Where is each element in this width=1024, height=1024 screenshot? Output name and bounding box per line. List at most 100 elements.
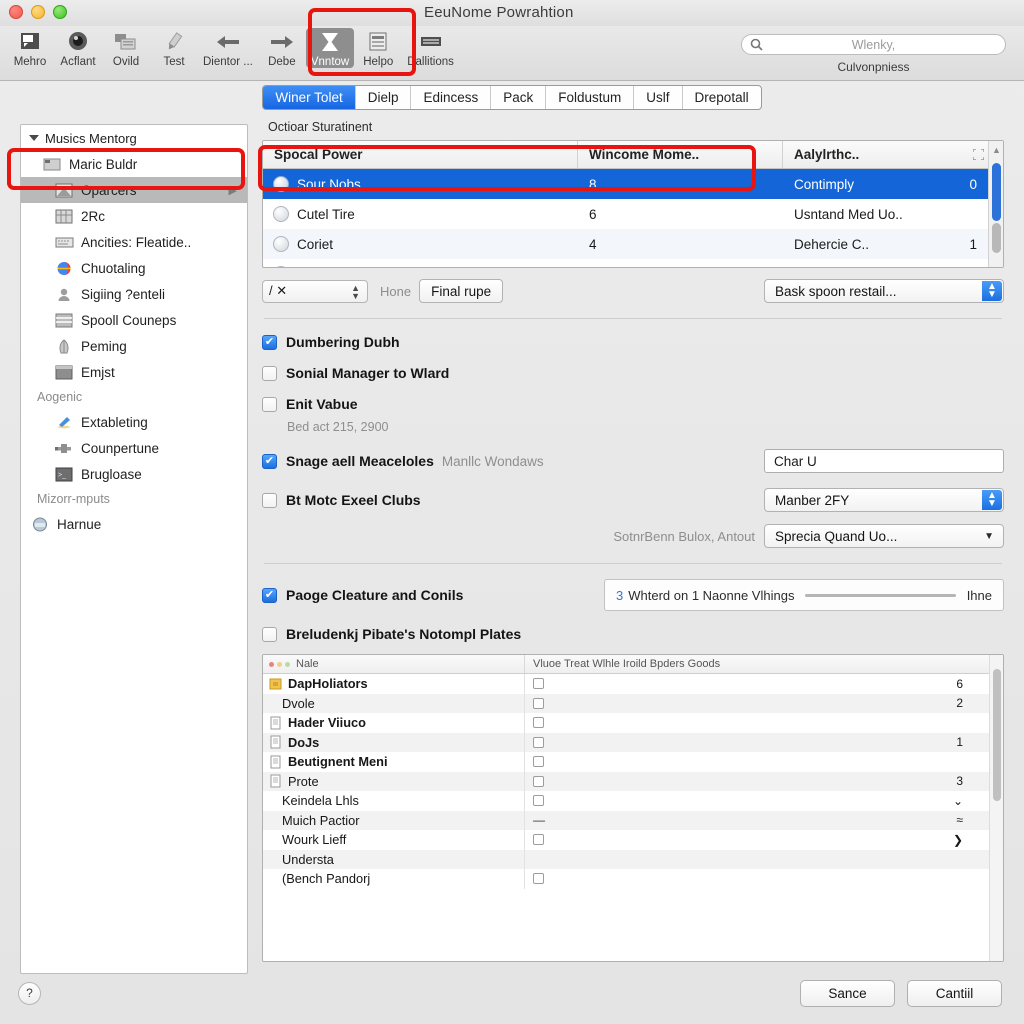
search-input[interactable]: Wlenky, [741,34,1006,55]
column-header-wincome-mome[interactable]: Wincome Mome.. [578,141,783,168]
sidebar-item-harnue[interactable]: Harnue [21,511,247,537]
scroll-up-icon[interactable]: ▲ [992,145,1001,155]
checkbox[interactable] [262,626,277,642]
option-sonial-manager[interactable]: Sonial Manager to Wlard [262,365,1004,381]
checkbox[interactable] [262,453,277,469]
slider-track[interactable] [805,593,956,597]
column-header-vluoe-treat[interactable]: Vluoe Treat Wlhle Iroild Bpders Goods [525,655,1003,673]
toolbar-item-vnntow[interactable]: Vnntow [305,28,355,68]
tab-foldustum[interactable]: Foldustum [546,85,635,109]
scrollbar-thumb[interactable] [993,669,1001,801]
scrollbar-thumb-secondary[interactable] [992,223,1001,253]
char-u-field[interactable]: Char U [764,449,1004,473]
checkbox[interactable] [533,795,544,807]
table-row[interactable]: DapHoliators 6 [263,674,1003,694]
stepper-arrows-icon[interactable]: ▲ ▼ [351,283,360,300]
option-clubs-row[interactable]: Bt Motc Exeel Clubs Manber 2FY ▲ ▼ [262,488,1004,512]
dash-indicator-icon[interactable]: — [533,813,545,827]
tab-dielp[interactable]: Dielp [356,85,412,109]
column-header-spocal-power[interactable]: Spocal Power [263,141,578,168]
sidebar-group-musics-mentorg[interactable]: Musics Mentorg [21,125,247,151]
table-row[interactable]: Coun Teleo 5 Uotiont Choo [263,259,1003,267]
checkbox[interactable] [533,834,544,846]
sidebar-item-extableting[interactable]: Extableting [21,409,247,435]
whterd-slider[interactable]: 3 Whterd on 1 Naonne Vlhings Ihne [604,579,1004,611]
checkbox[interactable] [533,756,544,768]
tab-edincess[interactable]: Edincess [411,85,492,109]
checkbox[interactable] [262,334,277,350]
table-row[interactable]: DoJs 1 [263,732,1003,752]
chevron-right-icon[interactable]: ▶ [229,184,237,197]
toolbar-item-debe[interactable]: Debe [258,28,306,68]
tab-uslf[interactable]: Uslf [634,85,683,109]
sidebar-item-2rc[interactable]: 2Rc [21,203,247,229]
checkbox[interactable] [262,587,277,603]
table-row[interactable]: Wourk Lieff ❯ [263,830,1003,850]
chevron-updown-icon[interactable]: ▲ ▼ [982,490,1002,510]
toolbar-item-helpo[interactable]: Helpo [354,28,402,68]
top-table-scrollbar[interactable]: ▲ [988,141,1003,267]
sidebar-item-brugloase[interactable]: >_ Brugloase [21,461,247,487]
option-paoge-row[interactable]: Paoge Cleature and Conils 3 Whterd on 1 … [262,579,1004,611]
help-button[interactable]: ? [18,981,41,1005]
toolbar-item-ovild[interactable]: Ovild [102,28,150,68]
zoom-button[interactable] [53,5,67,19]
close-button[interactable] [9,5,23,19]
column-resize-icon[interactable] [973,149,984,160]
sidebar-item-spooll-couneps[interactable]: Spooll Couneps [21,307,247,333]
bottom-table-scrollbar[interactable] [989,655,1003,961]
option-plates-row[interactable]: Breludenkj Pibate's Notompl Plates [262,626,1004,642]
checkbox[interactable] [262,396,277,412]
checkbox[interactable] [533,717,544,729]
table-row[interactable]: (Bench Pandorj [263,869,1003,889]
sance-button[interactable]: Sance [800,979,895,1007]
scrollbar-thumb[interactable] [992,163,1001,221]
tab-winer-tolet[interactable]: Winer Tolet [263,85,356,109]
sidebar-item-oparcers[interactable]: Oparcers ▶ [21,177,247,203]
table-row[interactable]: Sour Nobs 8 Contimply 0 [263,169,1003,199]
checkbox[interactable] [533,873,544,885]
cantiil-button[interactable]: Cantiil [907,979,1002,1007]
sprecia-quand-popup[interactable]: Sprecia Quand Uo... ▼ [764,524,1004,548]
bask-spoon-popup[interactable]: Bask spoon restail... ▲ ▼ [764,279,1004,303]
sidebar-item-chuotaling[interactable]: Chuotaling [21,255,247,281]
sidebar[interactable]: Musics Mentorg Maric Buldr Oparcers ▶ 2R… [20,124,248,974]
top-table[interactable]: Spocal Power Wincome Mome.. Aalylrthc.. … [262,140,1004,268]
table-row[interactable]: Prote 3 [263,771,1003,791]
tab-drepotall[interactable]: Drepotall [683,86,761,109]
checkbox[interactable] [533,697,544,709]
bottom-table[interactable]: Nale Vluoe Treat Wlhle Iroild Bpders Goo… [262,654,1004,962]
quantity-stepper[interactable]: / ✕ ▲ ▼ [262,279,368,303]
manber-popup[interactable]: Manber 2FY ▲ ▼ [764,488,1004,512]
table-row[interactable]: Understa [263,849,1003,869]
table-row[interactable]: Hader Viiuco [263,713,1003,733]
toolbar-item-dientor[interactable]: Dientor ... [198,28,258,68]
toolbar-item-acflant[interactable]: Acflant [54,28,102,68]
checkbox[interactable] [262,492,277,508]
sidebar-item-peming[interactable]: Peming [21,333,247,359]
sidebar-item-maric-buldr[interactable]: Maric Buldr [21,151,247,177]
final-rupe-button[interactable]: Final rupe [419,279,504,303]
minimize-button[interactable] [31,5,45,19]
option-snage-row[interactable]: Snage aell Meaceloles Manllc Wondaws Cha… [262,449,1004,473]
checkbox[interactable] [262,365,277,381]
column-header-nale[interactable]: Nale [263,655,525,673]
tab-pack[interactable]: Pack [491,85,547,109]
option-enit-vabue[interactable]: Enit Vabue [262,396,1004,412]
chevron-down-icon[interactable]: ▼ [984,531,994,542]
toolbar-item-test[interactable]: Test [150,28,198,68]
sidebar-item-ancities[interactable]: Ancities: Fleatide.. [21,229,247,255]
toolbar-item-dallitions[interactable]: Dallitions [402,28,459,68]
table-row[interactable]: Cutel Tire 6 Usntand Med Uo.. [263,199,1003,229]
toolbar-item-mehro[interactable]: Mehro [6,28,54,68]
table-row[interactable]: Muich Pactior — ≈ [263,810,1003,830]
table-row[interactable]: Dvole 2 [263,693,1003,713]
chevron-updown-icon[interactable]: ▲ ▼ [982,281,1002,301]
sidebar-item-emjst[interactable]: Emjst [21,359,247,385]
checkbox[interactable] [533,678,544,690]
checkbox[interactable] [533,775,544,787]
disclosure-triangle-icon[interactable] [29,135,39,141]
sidebar-item-sigiing[interactable]: Sigiing ?enteli [21,281,247,307]
table-row[interactable]: Beutignent Meni [263,752,1003,772]
table-row[interactable]: Keindela Lhls ⌄ [263,791,1003,811]
